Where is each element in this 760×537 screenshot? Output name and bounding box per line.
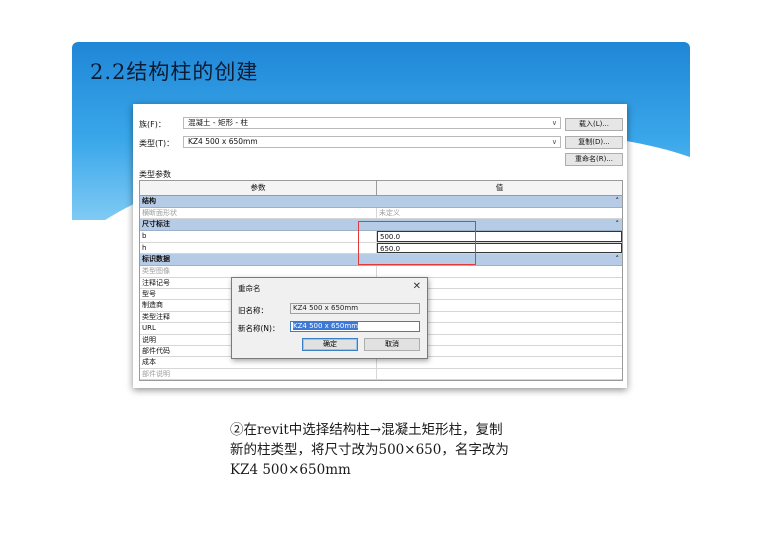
rename-button[interactable]: 重命名(R)... [565, 153, 623, 166]
type-parameters-label: 类型参数 [139, 170, 171, 179]
parameter-value-cell[interactable] [377, 369, 622, 379]
table-row: 横断面形状 未定义 [140, 208, 622, 220]
new-name-label: 新名称(N)： [238, 324, 280, 333]
collapse-icon[interactable]: ˄ [616, 196, 620, 207]
parameter-name-cell: b [140, 231, 377, 242]
type-dropdown[interactable]: KZ4 500 x 650mm ∨ [183, 136, 561, 148]
chevron-down-icon: ∨ [551, 119, 557, 127]
old-name-field: KZ4 500 x 650mm [290, 303, 420, 314]
type-value: KZ4 500 x 650mm [188, 137, 258, 146]
caption-line: KZ4 500×650mm [230, 462, 351, 478]
slide-caption: ②在revit中选择结构柱→混凝土矩形柱，复制 新的柱类型，将尺寸改为500×6… [230, 420, 560, 480]
slide-title: 2.2结构柱的创建 [90, 60, 259, 84]
column-header-parameter: 参数 [140, 181, 377, 195]
parameter-value-cell[interactable] [377, 266, 622, 276]
parameter-name-cell: h [140, 242, 377, 254]
old-name-label: 旧名称： [238, 306, 268, 315]
group-header-label: 尺寸标注 [142, 220, 170, 229]
type-label: 类型(T)： [139, 139, 175, 148]
family-value: 混凝土 - 矩形 - 柱 [188, 118, 248, 127]
load-button[interactable]: 载入(L)... [565, 118, 623, 131]
duplicate-button[interactable]: 复制(D)... [565, 136, 623, 149]
caption-line: 新的柱类型，将尺寸改为500×650，名字改为 [230, 442, 509, 458]
cancel-button[interactable]: 取消 [364, 338, 420, 351]
group-header-label: 结构 [142, 197, 156, 205]
dialog-title: 重命名 [238, 284, 261, 293]
ok-button[interactable]: 确定 [302, 338, 358, 351]
collapse-icon[interactable]: ˄ [616, 219, 620, 230]
rename-dialog: 重命名 ✕ 旧名称： KZ4 500 x 650mm 新名称(N)： KZ4 5… [231, 277, 428, 359]
group-header-label: 标识数据 [142, 255, 170, 264]
column-header-value: 值 [495, 183, 504, 192]
caption-line: ②在revit中选择结构柱→混凝土矩形柱，复制 [230, 422, 503, 438]
dimension-highlight-box [358, 221, 476, 265]
family-label: 族(F)： [139, 120, 166, 129]
close-icon[interactable]: ✕ [413, 281, 421, 292]
collapse-icon[interactable]: ˄ [616, 254, 620, 265]
family-dropdown[interactable]: 混凝土 - 矩形 - 柱 ∨ [183, 117, 561, 129]
parameter-name-cell: 部件说明 [140, 368, 377, 380]
table-row: 类型图像 [140, 266, 622, 278]
group-header[interactable]: 结构 ˄ [140, 196, 622, 208]
new-name-input[interactable]: KZ4 500 x 650mm [290, 321, 420, 332]
parameter-value-cell[interactable]: 未定义 [377, 208, 622, 218]
table-row: 部件说明 [140, 368, 622, 381]
chevron-down-icon: ∨ [551, 138, 557, 146]
parameter-name-cell: 横断面形状 [140, 208, 377, 219]
table-row: 成本 [140, 357, 622, 369]
parameter-name-cell: 类型图像 [140, 266, 377, 277]
new-name-selected-text: KZ4 500 x 650mm [293, 322, 359, 330]
table-header: 参数 值 [140, 181, 622, 196]
